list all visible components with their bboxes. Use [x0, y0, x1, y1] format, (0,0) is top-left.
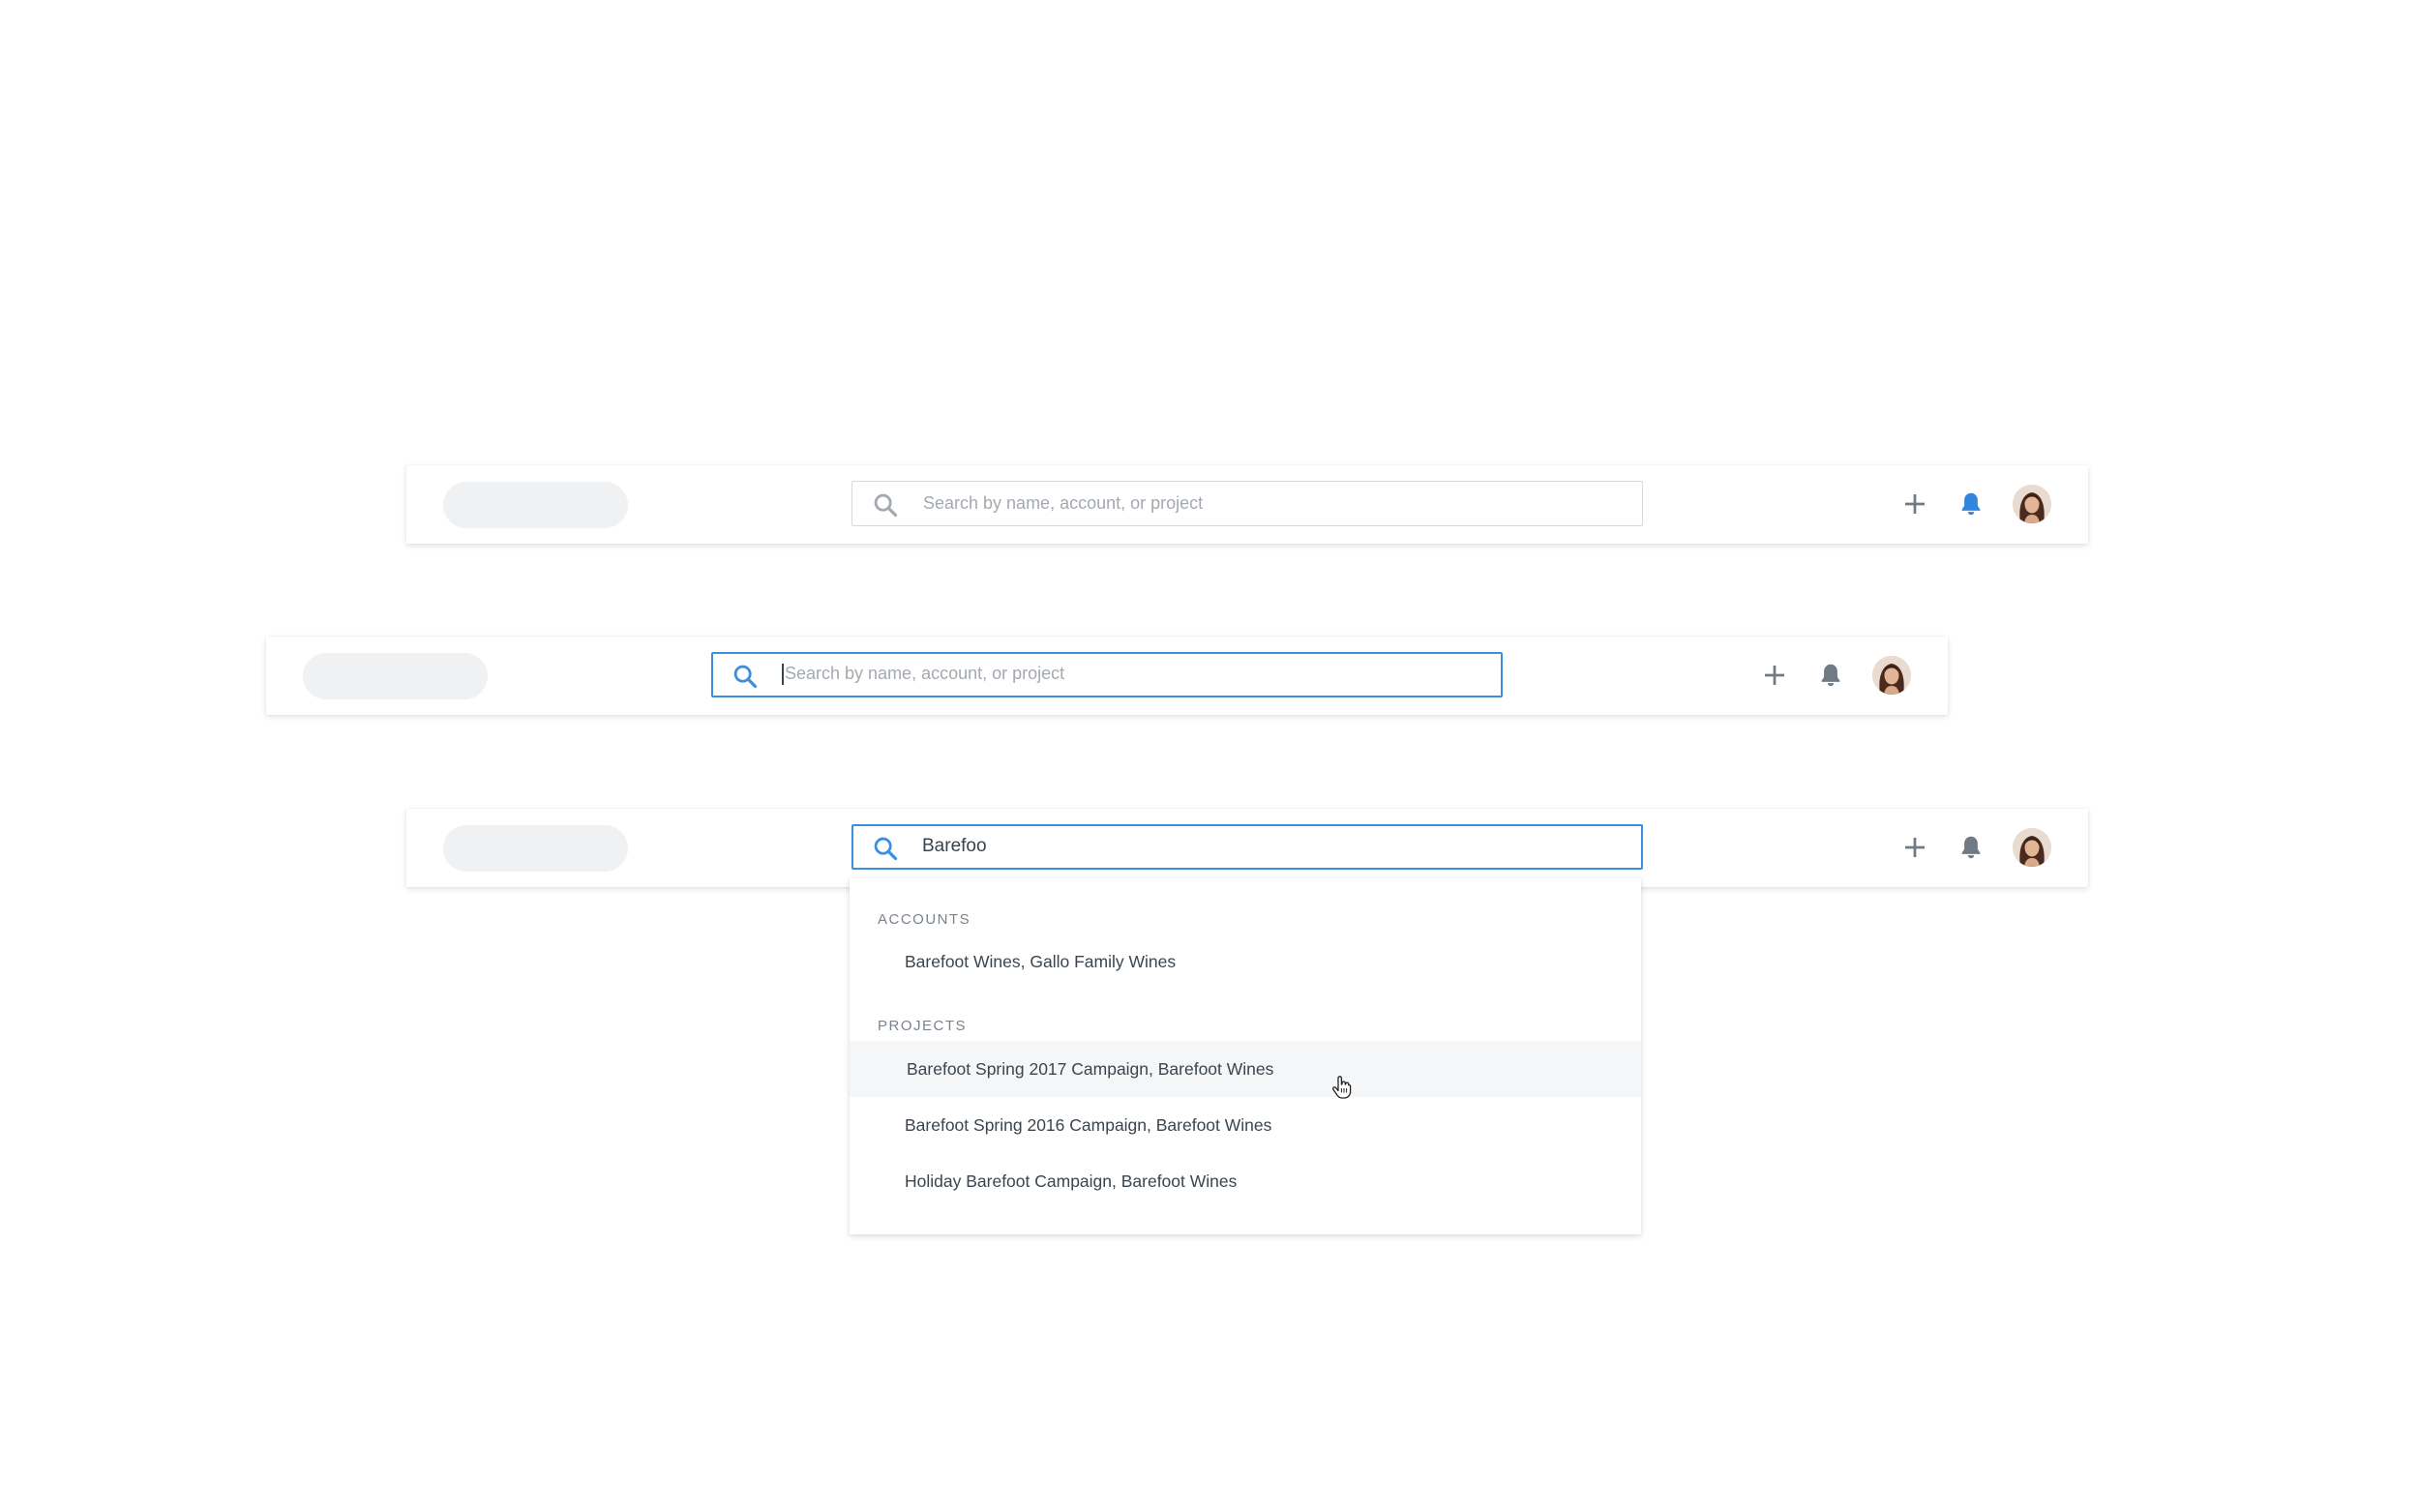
text-caret — [782, 663, 784, 685]
accounts-section-label: ACCOUNTS — [878, 911, 971, 928]
search-input[interactable]: Barefoo — [922, 825, 987, 867]
add-button[interactable] — [1900, 489, 1929, 519]
logo-placeholder[interactable] — [443, 825, 628, 872]
result-project[interactable]: Barefoot Spring 2017 Campaign, Barefoot … — [850, 1041, 1641, 1097]
bell-icon — [1961, 836, 1981, 859]
search-icon — [733, 665, 758, 689]
avatar[interactable] — [1872, 656, 1911, 695]
top-bar-results: Barefoo — [406, 809, 2088, 887]
search-input[interactable]: Search by name, account, or project — [782, 653, 1064, 695]
header-actions — [1760, 648, 1911, 702]
bell-icon — [1821, 664, 1840, 687]
notifications-button[interactable] — [1956, 489, 1986, 519]
search-field[interactable]: Search by name, account, or project — [851, 481, 1643, 526]
avatar[interactable] — [2013, 828, 2051, 867]
bell-icon — [1961, 492, 1981, 516]
search-placeholder: Search by name, account, or project — [923, 493, 1204, 513]
search-results-dropdown: ACCOUNTS Barefoot Wines, Gallo Family Wi… — [850, 878, 1641, 1234]
avatar-image — [2013, 828, 2051, 867]
add-button[interactable] — [1760, 661, 1789, 690]
result-project[interactable]: Holiday Barefoot Campaign, Barefoot Wine… — [850, 1153, 1641, 1209]
avatar[interactable] — [2013, 485, 2051, 523]
plus-icon — [1905, 838, 1925, 857]
search-placeholder: Search by name, account, or project — [785, 664, 1065, 683]
notifications-button[interactable] — [1816, 661, 1845, 690]
avatar-image — [1872, 656, 1911, 695]
result-project[interactable]: Barefoot Spring 2016 Campaign, Barefoot … — [850, 1097, 1641, 1153]
header-actions — [1900, 477, 2051, 531]
add-button[interactable] — [1900, 833, 1929, 862]
plus-icon — [1905, 494, 1925, 514]
projects-section-label: PROJECTS — [878, 1018, 968, 1034]
logo-placeholder[interactable] — [303, 653, 488, 699]
avatar-image — [2013, 485, 2051, 523]
header-actions — [1900, 820, 2051, 875]
hand-pointer-icon — [1332, 1076, 1352, 1099]
search-icon — [874, 493, 898, 518]
logo-placeholder[interactable] — [443, 482, 628, 528]
plus-icon — [1765, 666, 1784, 685]
search-field[interactable]: Barefoo — [851, 824, 1643, 870]
top-bar-focused: Search by name, account, or project — [266, 637, 1948, 715]
result-account[interactable]: Barefoot Wines, Gallo Family Wines — [850, 934, 1641, 990]
search-icon — [874, 837, 898, 861]
search-field[interactable]: Search by name, account, or project — [711, 652, 1503, 697]
top-bar-idle: Search by name, account, or project — [406, 465, 2088, 544]
notifications-button[interactable] — [1956, 833, 1986, 862]
